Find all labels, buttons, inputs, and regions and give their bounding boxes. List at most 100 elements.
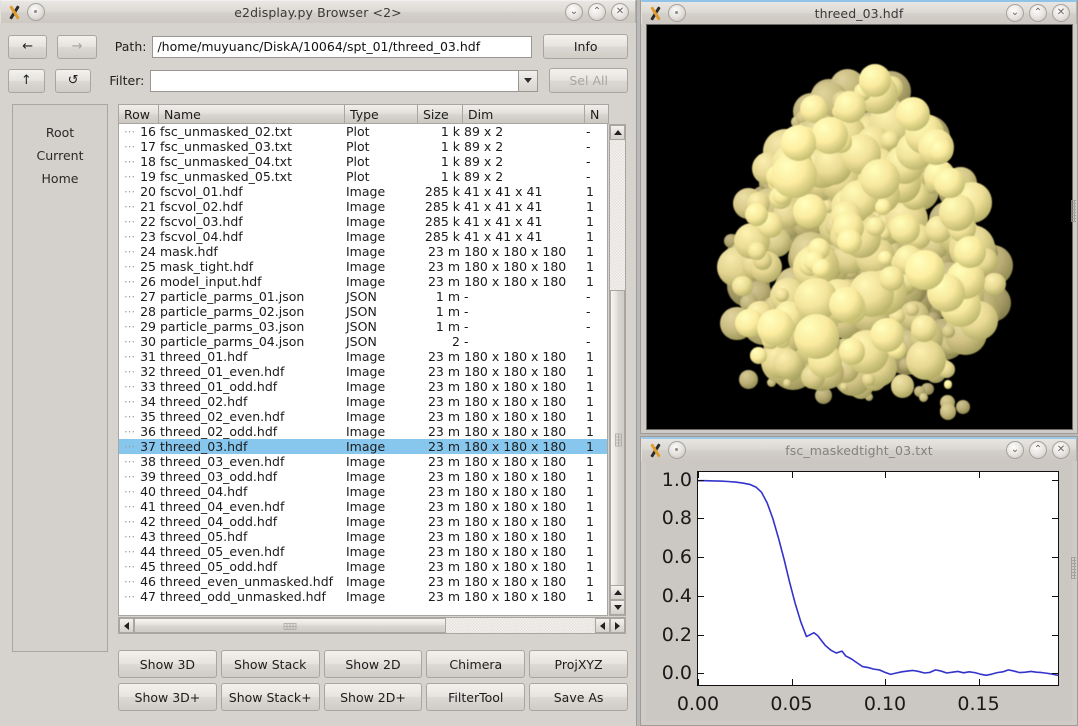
cell-dim: -: [464, 319, 586, 334]
viewer-titlebar[interactable]: threed_03.hdf ⌄ ⌃ ✕: [641, 0, 1077, 24]
table-row[interactable]: ⋯47threed_odd_unmasked.hdfImage23 m180 x…: [119, 589, 607, 604]
refresh-button[interactable]: ↺: [55, 69, 92, 93]
sel-all-button[interactable]: Sel All: [549, 68, 628, 93]
resize-grip[interactable]: [1071, 200, 1076, 222]
filter-combo[interactable]: [150, 70, 538, 92]
table-row[interactable]: ⋯35threed_02_even.hdfImage23 m180 x 180 …: [119, 409, 607, 424]
cell-row: 41: [136, 499, 160, 514]
scroll-up-button[interactable]: [610, 125, 625, 140]
table-row[interactable]: ⋯41threed_04_even.hdfImage23 m180 x 180 …: [119, 499, 607, 514]
show-3d-button[interactable]: Show 3D: [118, 650, 217, 678]
table-row[interactable]: ⋯28particle_parms_02.jsonJSON1 m--: [119, 304, 607, 319]
maximize-button[interactable]: ⌃: [1029, 441, 1047, 459]
cell-name: threed_04_odd.hdf: [160, 514, 346, 529]
back-button[interactable]: ←: [8, 35, 47, 59]
resize-grip[interactable]: [1071, 557, 1076, 579]
table-row[interactable]: ⋯39threed_03_odd.hdfImage23 m180 x 180 x…: [119, 469, 607, 484]
table-row[interactable]: ⋯23fscvol_04.hdfImage285 k41 x 41 x 411: [119, 229, 607, 244]
filtertool-button[interactable]: FilterTool: [426, 683, 525, 711]
3d-isosurface-canvas[interactable]: [646, 24, 1073, 430]
table-row[interactable]: ⋯42threed_04_odd.hdfImage23 m180 x 180 x…: [119, 514, 607, 529]
close-button[interactable]: ✕: [611, 3, 629, 21]
up-button[interactable]: ↑: [8, 69, 45, 93]
table-row[interactable]: ⋯43threed_05.hdfImage23 m180 x 180 x 180…: [119, 529, 607, 544]
table-row[interactable]: ⋯17fsc_unmasked_03.txtPlot1 k89 x 2-: [119, 139, 607, 154]
table-row[interactable]: ⋯46threed_even_unmasked.hdfImage23 m180 …: [119, 574, 607, 589]
scroll-up-button-2[interactable]: [610, 585, 625, 600]
column-header-dim[interactable]: Dim: [463, 104, 585, 124]
table-row[interactable]: ⋯31threed_01.hdfImage23 m180 x 180 x 180…: [119, 349, 607, 364]
filter-dropdown-button[interactable]: [519, 70, 538, 92]
scroll-left-button-2[interactable]: [595, 618, 610, 633]
window-menu-button[interactable]: [27, 3, 45, 21]
table-row[interactable]: ⋯29particle_parms_03.jsonJSON1 m--: [119, 319, 607, 334]
minimize-button[interactable]: ⌄: [1006, 441, 1024, 459]
table-row[interactable]: ⋯34threed_02.hdfImage23 m180 x 180 x 180…: [119, 394, 607, 409]
column-header-name[interactable]: Name: [159, 104, 345, 124]
projxyz-button[interactable]: ProjXYZ: [529, 650, 628, 678]
filter-input[interactable]: [150, 70, 519, 92]
cell-row: 35: [136, 409, 160, 424]
maximize-button[interactable]: ⌃: [588, 3, 606, 21]
minimize-button[interactable]: ⌄: [565, 3, 583, 21]
table-row[interactable]: ⋯22fscvol_03.hdfImage285 k41 x 41 x 411: [119, 214, 607, 229]
chimera-button[interactable]: Chimera: [426, 650, 525, 678]
x-tick-mark: [792, 679, 793, 685]
browser-titlebar[interactable]: e2display.py Browser <2> ⌄ ⌃ ✕: [0, 0, 636, 23]
vertical-scroll-thumb[interactable]: [610, 290, 625, 590]
maximize-button[interactable]: ⌃: [1029, 4, 1047, 22]
table-row[interactable]: ⋯26model_input.hdfImage23 m180 x 180 x 1…: [119, 274, 607, 289]
horizontal-scroll-thumb[interactable]: [134, 618, 446, 633]
table-vertical-scrollbar[interactable]: [609, 124, 626, 616]
table-row[interactable]: ⋯36threed_02_odd.hdfImage23 m180 x 180 x…: [119, 424, 607, 439]
place-root[interactable]: Root: [13, 121, 107, 144]
table-row[interactable]: ⋯20fscvol_01.hdfImage285 k41 x 41 x 411: [119, 184, 607, 199]
place-home[interactable]: Home: [13, 167, 107, 190]
table-row[interactable]: ⋯25mask_tight.hdfImage23 m180 x 180 x 18…: [119, 259, 607, 274]
table-body[interactable]: ⋯16fsc_unmasked_02.txtPlot1 k89 x 2-⋯17f…: [118, 124, 608, 616]
info-button[interactable]: Info: [543, 34, 628, 59]
table-row[interactable]: ⋯38threed_03_even.hdfImage23 m180 x 180 …: [119, 454, 607, 469]
close-button[interactable]: ✕: [1052, 441, 1070, 459]
table-row[interactable]: ⋯27particle_parms_01.jsonJSON1 m--: [119, 289, 607, 304]
table-row[interactable]: ⋯30particle_parms_04.jsonJSON2--: [119, 334, 607, 349]
row-tree-branch: ⋯: [119, 410, 136, 423]
table-row[interactable]: ⋯19fsc_unmasked_05.txtPlot1 k89 x 2-: [119, 169, 607, 184]
table-row[interactable]: ⋯45threed_05_odd.hdfImage23 m180 x 180 x…: [119, 559, 607, 574]
table-row[interactable]: ⋯18fsc_unmasked_04.txtPlot1 k89 x 2-: [119, 154, 607, 169]
table-row[interactable]: ⋯32threed_01_even.hdfImage23 m180 x 180 …: [119, 364, 607, 379]
table-row[interactable]: ⋯24mask.hdfImage23 m180 x 180 x 1801: [119, 244, 607, 259]
close-button[interactable]: ✕: [1052, 4, 1070, 22]
cell-n: 1: [586, 349, 602, 364]
cell-type: Image: [346, 439, 419, 454]
show-stack-plus-button[interactable]: Show Stack+: [221, 683, 320, 711]
show-2d-plus-button[interactable]: Show 2D+: [324, 683, 423, 711]
row-tree-branch: ⋯: [119, 335, 136, 348]
minimize-button[interactable]: ⌄: [1006, 4, 1024, 22]
column-header-type[interactable]: Type: [345, 104, 418, 124]
fsc-plot[interactable]: 0.00.20.40.60.81.00.000.050.100.15: [646, 461, 1072, 721]
column-header-n[interactable]: N: [585, 104, 609, 124]
scroll-right-button[interactable]: [610, 618, 625, 633]
show-stack-button[interactable]: Show Stack: [221, 650, 320, 678]
path-input[interactable]: /home/muyuanc/DiskA/10064/spt_01/threed_…: [152, 36, 532, 58]
table-horizontal-scrollbar[interactable]: [118, 617, 626, 634]
show-2d-button[interactable]: Show 2D: [324, 650, 423, 678]
table-row[interactable]: ⋯21fscvol_02.hdfImage285 k41 x 41 x 411: [119, 199, 607, 214]
table-row[interactable]: ⋯44threed_05_even.hdfImage23 m180 x 180 …: [119, 544, 607, 559]
plot-titlebar[interactable]: fsc_maskedtight_03.txt ⌄ ⌃ ✕: [641, 437, 1077, 461]
table-row[interactable]: ⋯16fsc_unmasked_02.txtPlot1 k89 x 2-: [119, 124, 607, 139]
table-row[interactable]: ⋯40threed_04.hdfImage23 m180 x 180 x 180…: [119, 484, 607, 499]
forward-button[interactable]: →: [57, 35, 96, 59]
window-menu-button[interactable]: [668, 441, 686, 459]
column-header-row[interactable]: Row: [118, 104, 159, 124]
save-as-button[interactable]: Save As: [529, 683, 628, 711]
scroll-left-button[interactable]: [119, 618, 134, 633]
table-row[interactable]: ⋯33threed_01_odd.hdfImage23 m180 x 180 x…: [119, 379, 607, 394]
column-header-size[interactable]: Size: [418, 104, 463, 124]
scroll-down-button[interactable]: [610, 600, 625, 615]
show-3d-plus-button[interactable]: Show 3D+: [118, 683, 217, 711]
window-menu-button[interactable]: [668, 4, 686, 22]
place-current[interactable]: Current: [13, 144, 107, 167]
table-row[interactable]: ⋯37threed_03.hdfImage23 m180 x 180 x 180…: [119, 439, 607, 454]
